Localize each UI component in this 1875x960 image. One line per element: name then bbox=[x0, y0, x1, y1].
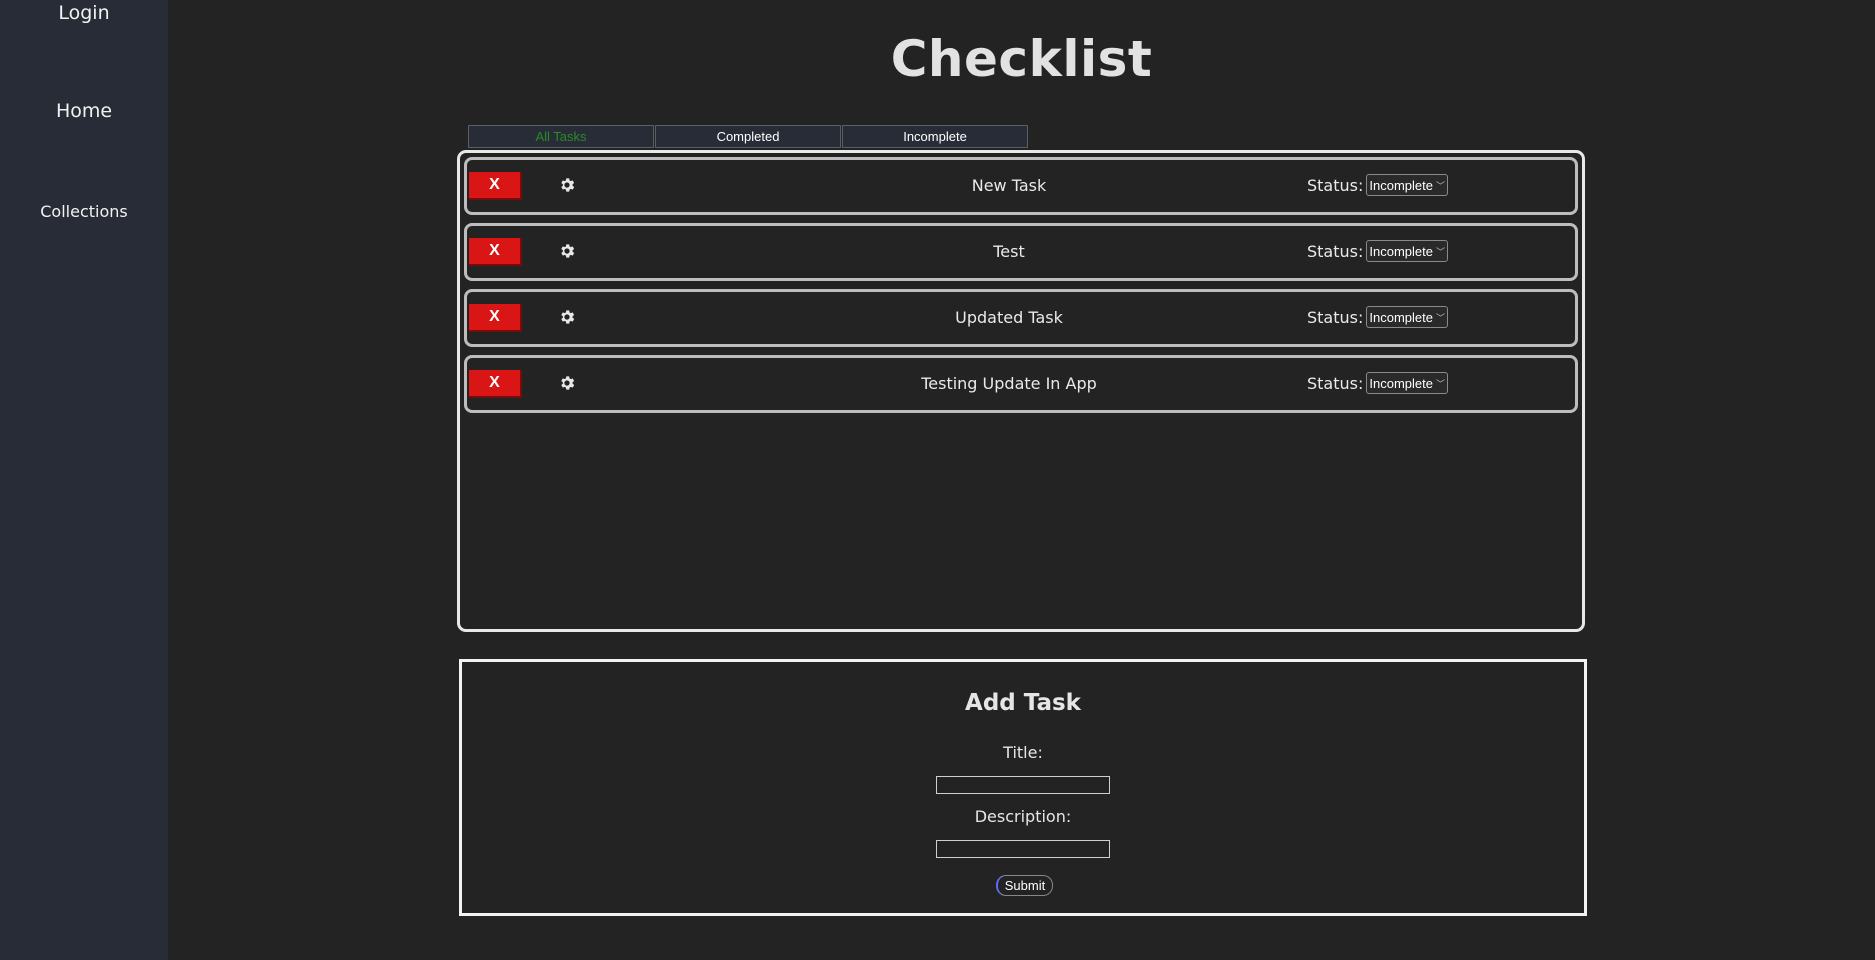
chevron-down-icon: ﹀ bbox=[1435, 378, 1445, 389]
task-row: X Testing Update In App Status: Incomple… bbox=[464, 355, 1578, 413]
nav-home-link[interactable]: Home bbox=[0, 100, 168, 122]
task-status: Status: Incomplete ﹀ bbox=[1307, 372, 1448, 394]
task-status: Status: Incomplete ﹀ bbox=[1307, 174, 1448, 196]
status-label: Status: bbox=[1307, 307, 1364, 327]
add-task-form: Add Task Title: Description: Submit bbox=[459, 659, 1587, 916]
nav-collections-link[interactable]: Collections bbox=[0, 202, 168, 221]
page-title: Checklist bbox=[890, 30, 1153, 88]
status-label: Status: bbox=[1307, 175, 1364, 195]
add-task-heading: Add Task bbox=[965, 690, 1081, 716]
task-row: X New Task Status: Incomplete ﹀ bbox=[464, 157, 1578, 215]
status-select[interactable]: Incomplete ﹀ bbox=[1366, 240, 1448, 262]
submit-button[interactable]: Submit bbox=[996, 875, 1053, 896]
task-row: X Test Status: Incomplete ﹀ bbox=[464, 223, 1578, 281]
status-select[interactable]: Incomplete ﹀ bbox=[1366, 306, 1448, 328]
task-status: Status: Incomplete ﹀ bbox=[1307, 240, 1448, 262]
chevron-down-icon: ﹀ bbox=[1435, 246, 1445, 257]
status-label: Status: bbox=[1307, 241, 1364, 261]
status-value: Incomplete bbox=[1369, 243, 1433, 259]
description-label: Description: bbox=[974, 807, 1072, 826]
chevron-down-icon: ﹀ bbox=[1435, 312, 1445, 323]
nav-login-link[interactable]: Login bbox=[0, 2, 168, 24]
description-input[interactable] bbox=[936, 840, 1110, 858]
title-label: Title: bbox=[1003, 743, 1043, 762]
status-label: Status: bbox=[1307, 373, 1364, 393]
chevron-down-icon: ﹀ bbox=[1435, 180, 1445, 191]
status-value: Incomplete bbox=[1369, 375, 1433, 391]
filter-tabs: All Tasks Completed Incomplete bbox=[468, 125, 1028, 148]
filter-tab-all-tasks[interactable]: All Tasks bbox=[468, 125, 654, 148]
status-select[interactable]: Incomplete ﹀ bbox=[1366, 372, 1448, 394]
status-value: Incomplete bbox=[1369, 177, 1433, 193]
filter-tab-incomplete[interactable]: Incomplete bbox=[842, 125, 1028, 148]
status-select[interactable]: Incomplete ﹀ bbox=[1366, 174, 1448, 196]
task-list: X New Task Status: Incomplete ﹀ X Test St… bbox=[457, 150, 1585, 632]
sidebar: Login Home Collections bbox=[0, 0, 168, 960]
title-input[interactable] bbox=[936, 776, 1110, 794]
status-value: Incomplete bbox=[1369, 309, 1433, 325]
task-row: X Updated Task Status: Incomplete ﹀ bbox=[464, 289, 1578, 347]
task-status: Status: Incomplete ﹀ bbox=[1307, 306, 1448, 328]
filter-tab-completed[interactable]: Completed bbox=[655, 125, 841, 148]
